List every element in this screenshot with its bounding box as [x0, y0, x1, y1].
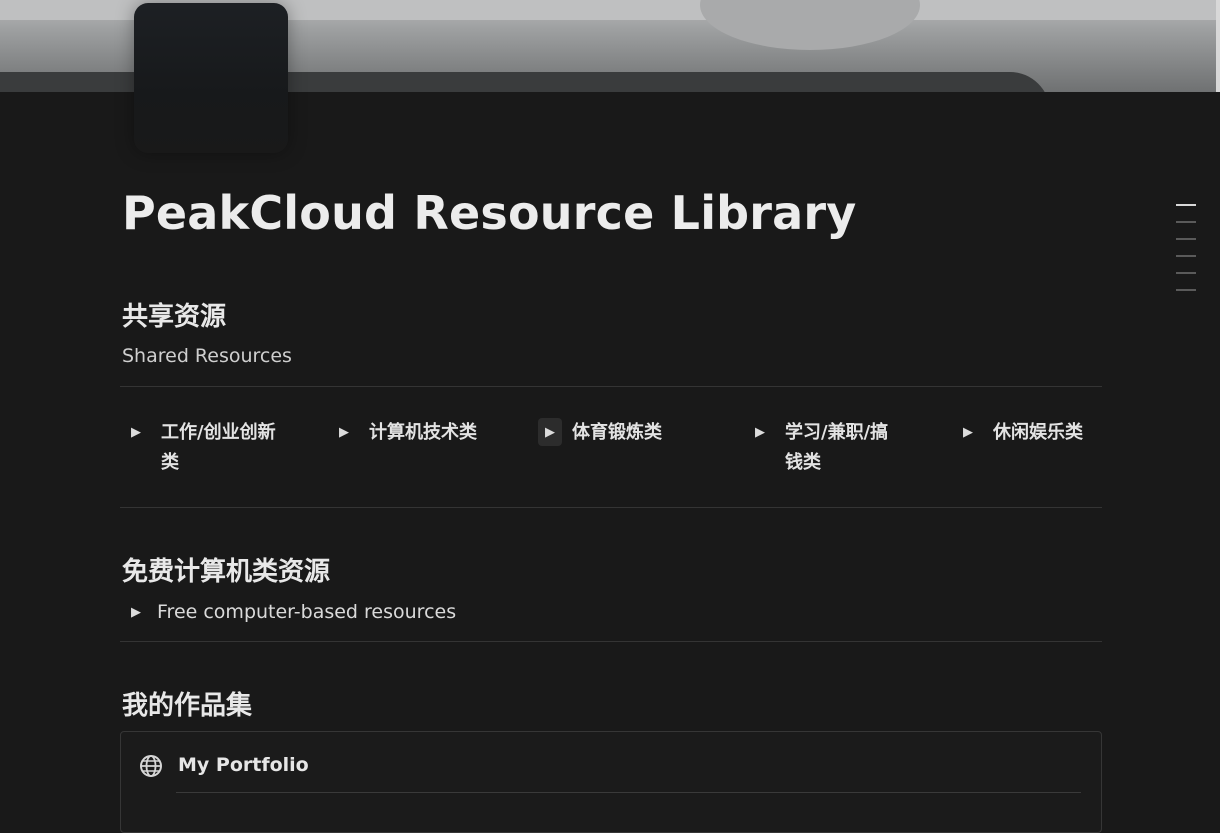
toggle-triangle-icon[interactable]: ▶	[124, 598, 148, 626]
category-column: ▶ 体育锻炼类	[538, 418, 718, 448]
portfolio-card[interactable]: My Portfolio	[120, 731, 1102, 833]
free-resources-heading[interactable]: 免费计算机类资源	[122, 551, 330, 588]
category-label: 体育锻炼类	[572, 422, 662, 443]
divider	[120, 507, 1102, 508]
shared-resources-subtitle[interactable]: Shared Resources	[122, 345, 292, 367]
divider	[120, 641, 1102, 642]
portfolio-card-title[interactable]: My Portfolio	[178, 754, 309, 776]
table-of-contents[interactable]	[1176, 204, 1196, 306]
portfolio-heading[interactable]: 我的作品集	[122, 685, 252, 722]
free-resources-label: Free computer-based resources	[157, 601, 457, 623]
toggle-triangle-icon[interactable]: ▶	[332, 418, 356, 446]
category-column: ▶ 休闲娱乐类	[956, 418, 1136, 448]
cover-edge	[1216, 0, 1220, 92]
toggle-triangle-icon[interactable]: ▶	[956, 418, 980, 446]
toggle-triangle-icon[interactable]: ▶	[748, 418, 772, 446]
toc-item[interactable]	[1176, 204, 1196, 206]
free-resources-toggle[interactable]: ▶ Free computer-based resources	[124, 598, 456, 626]
category-label: 休闲娱乐类	[993, 422, 1083, 443]
category-label: 工作/创业创新类	[161, 422, 276, 473]
page-icon[interactable]	[134, 3, 288, 153]
toggle-triangle-icon[interactable]: ▶	[538, 418, 562, 446]
category-toggle[interactable]: ▶ 体育锻炼类	[538, 418, 718, 448]
divider	[120, 386, 1102, 387]
toc-item[interactable]	[1176, 221, 1196, 223]
toc-item[interactable]	[1176, 238, 1196, 240]
toc-item[interactable]	[1176, 272, 1196, 274]
category-column: ▶ 学习/兼职/搞钱类	[748, 418, 928, 478]
category-toggle[interactable]: ▶ 学习/兼职/搞钱类	[748, 418, 928, 478]
category-label: 学习/兼职/搞钱类	[785, 422, 889, 473]
globe-icon	[140, 755, 162, 777]
category-toggle[interactable]: ▶ 休闲娱乐类	[956, 418, 1136, 448]
page-title[interactable]: PeakCloud Resource Library	[122, 186, 856, 240]
toggle-triangle-icon[interactable]: ▶	[124, 418, 148, 446]
portfolio-card-divider	[176, 792, 1081, 793]
category-column: ▶ 计算机技术类	[332, 418, 512, 448]
category-columns: ▶ 工作/创业创新类 ▶ 计算机技术类 ▶ 体育锻炼类 ▶ 学习/兼职/搞钱类 …	[120, 418, 1102, 488]
cover-shape	[700, 0, 920, 50]
toc-item[interactable]	[1176, 255, 1196, 257]
category-label: 计算机技术类	[369, 422, 477, 443]
shared-resources-heading[interactable]: 共享资源	[122, 296, 226, 333]
category-column: ▶ 工作/创业创新类	[124, 418, 304, 478]
category-toggle[interactable]: ▶ 计算机技术类	[332, 418, 512, 448]
category-toggle[interactable]: ▶ 工作/创业创新类	[124, 418, 304, 478]
toc-item[interactable]	[1176, 289, 1196, 291]
